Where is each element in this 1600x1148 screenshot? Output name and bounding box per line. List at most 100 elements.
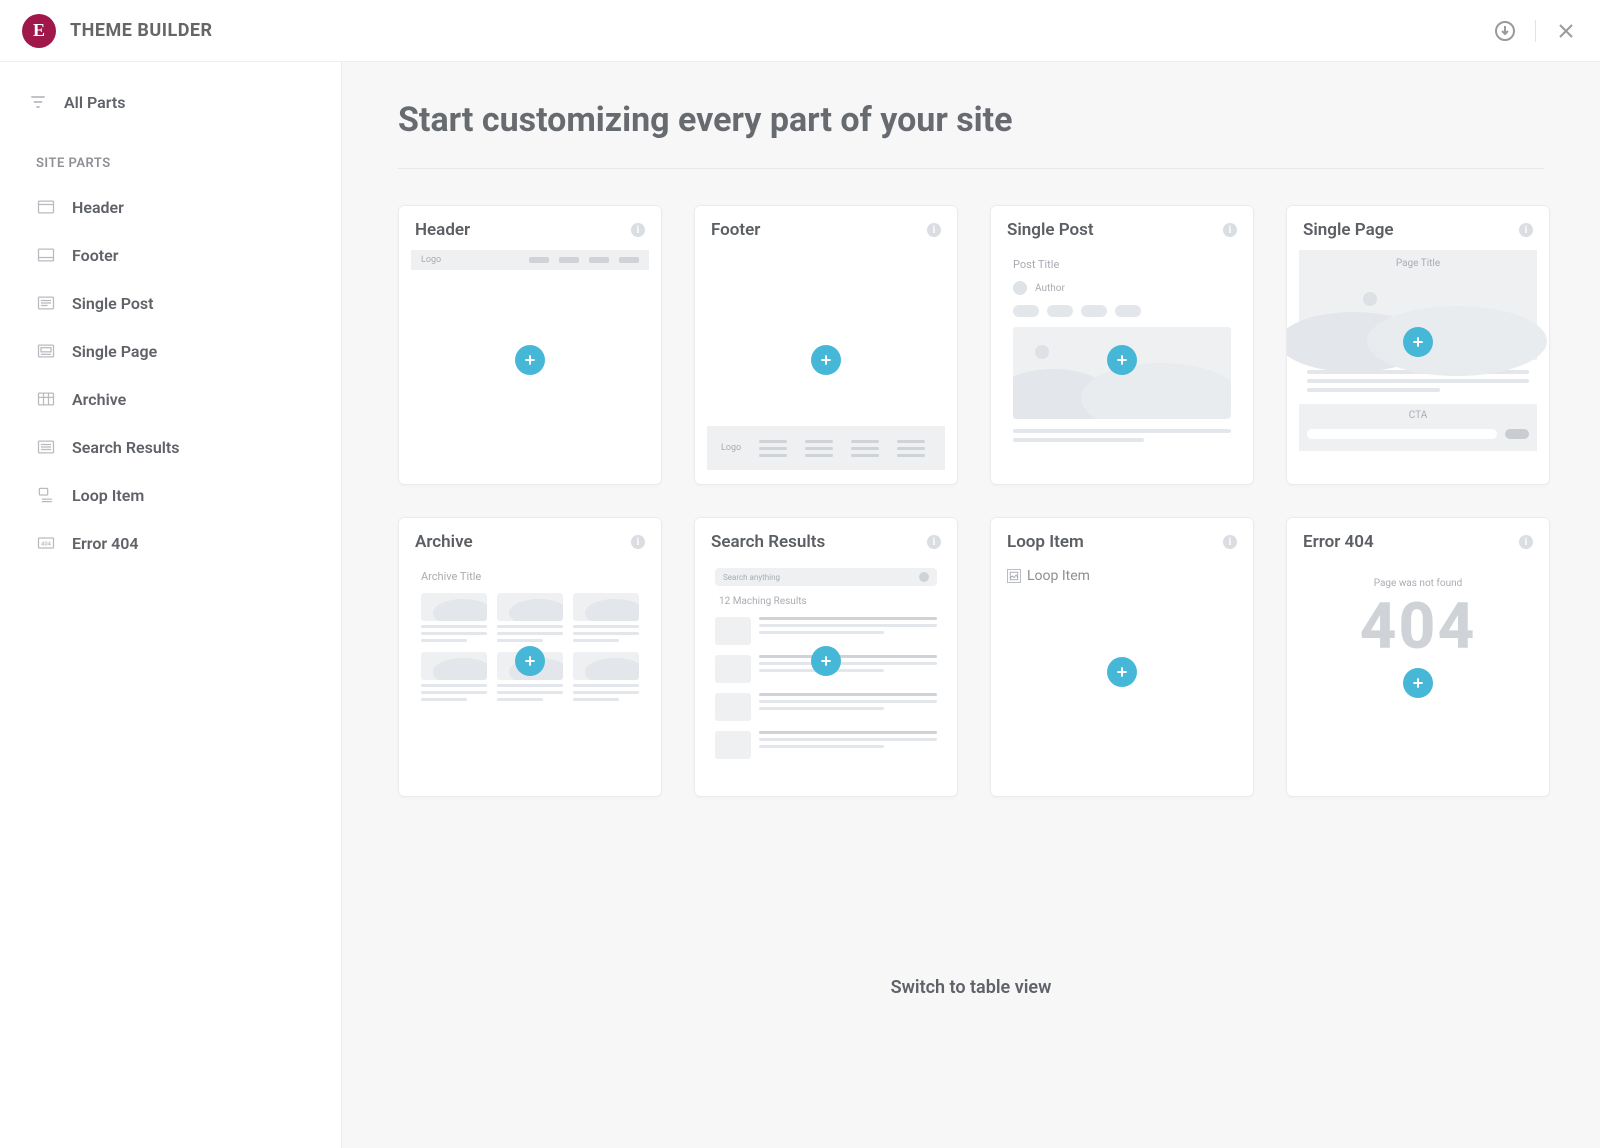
- loop-item-icon: [36, 485, 56, 505]
- info-icon[interactable]: [1519, 223, 1533, 237]
- close-icon[interactable]: [1554, 19, 1578, 43]
- card-title: Single Page: [1303, 220, 1394, 240]
- top-bar: E THEME BUILDER: [0, 0, 1600, 62]
- sidebar-item-label: Single Page: [72, 342, 157, 361]
- add-icon[interactable]: [1403, 327, 1433, 357]
- page-title: Start customizing every part of your sit…: [398, 86, 1544, 168]
- elementor-logo-icon: E: [22, 14, 56, 48]
- add-icon[interactable]: [515, 345, 545, 375]
- preview-archive: Archive Title: [411, 562, 649, 782]
- sidebar-item-label: Archive: [72, 390, 126, 409]
- info-icon[interactable]: [631, 535, 645, 549]
- divider: [1535, 20, 1536, 42]
- preview-header: Logo: [411, 250, 649, 470]
- add-icon[interactable]: [811, 646, 841, 676]
- sidebar-item-label: Loop Item: [72, 486, 144, 505]
- card-title: Error 404: [1303, 532, 1374, 552]
- add-icon[interactable]: [1107, 345, 1137, 375]
- info-icon[interactable]: [1223, 535, 1237, 549]
- download-icon[interactable]: [1493, 19, 1517, 43]
- card-footer[interactable]: Footer Logo: [694, 205, 958, 485]
- add-icon[interactable]: [811, 345, 841, 375]
- add-icon[interactable]: [515, 646, 545, 676]
- sidebar-item-single-page[interactable]: Single Page: [0, 327, 341, 375]
- broken-image-icon: [1007, 569, 1021, 583]
- card-header[interactable]: Header Logo: [398, 205, 662, 485]
- app-title: THEME BUILDER: [70, 20, 213, 41]
- preview-archive-title-label: Archive Title: [421, 570, 639, 583]
- main: Start customizing every part of your sit…: [342, 62, 1600, 1148]
- preview-post-title-label: Post Title: [1013, 258, 1231, 271]
- sidebar-item-label: Single Post: [72, 294, 154, 313]
- info-icon[interactable]: [1519, 535, 1533, 549]
- cards-grid: Header Logo Foot: [398, 205, 1544, 797]
- preview-post-author-label: Author: [1035, 283, 1065, 294]
- top-bar-actions: [1493, 19, 1578, 43]
- preview-header-logo-label: Logo: [421, 255, 441, 265]
- sidebar-item-error-404[interactable]: 404 Error 404: [0, 519, 341, 567]
- preview-footer-logo-label: Logo: [721, 443, 741, 453]
- preview-page-title-label: Page Title: [1396, 258, 1440, 269]
- card-title: Single Post: [1007, 220, 1094, 240]
- card-title: Footer: [711, 220, 760, 240]
- card-single-page[interactable]: Single Page Page Title CTA: [1286, 205, 1550, 485]
- divider: [398, 168, 1544, 169]
- sidebar-list: Header Footer Single Post Single Page Ar…: [0, 183, 341, 567]
- header-icon: [36, 197, 56, 217]
- info-icon[interactable]: [631, 223, 645, 237]
- preview-404-code: 404: [1360, 595, 1477, 659]
- sidebar-all-parts-label: All Parts: [64, 93, 126, 112]
- info-icon[interactable]: [927, 223, 941, 237]
- preview-footer: Logo: [707, 250, 945, 470]
- card-title: Loop Item: [1007, 532, 1084, 552]
- preview-search-results: Search anything 12 Maching Results: [707, 562, 945, 782]
- preview-loop-alt: Loop Item: [1007, 568, 1237, 584]
- sidebar-item-loop-item[interactable]: Loop Item: [0, 471, 341, 519]
- svg-text:404: 404: [41, 542, 52, 548]
- preview-single-post: Post Title Author: [1003, 250, 1241, 470]
- card-title: Header: [415, 220, 470, 240]
- search-icon: [919, 572, 929, 582]
- brand: E THEME BUILDER: [22, 14, 213, 48]
- preview-search-placeholder: Search anything: [723, 573, 780, 582]
- footer-icon: [36, 245, 56, 265]
- sidebar-section-heading: SITE PARTS: [0, 128, 341, 183]
- card-archive[interactable]: Archive Archive Title: [398, 517, 662, 797]
- sidebar-item-label: Header: [72, 198, 124, 217]
- preview-search-count-label: 12 Maching Results: [715, 596, 937, 607]
- info-icon[interactable]: [927, 535, 941, 549]
- error-404-icon: 404: [36, 533, 56, 553]
- switch-view-link[interactable]: Switch to table view: [398, 977, 1544, 998]
- card-title: Archive: [415, 532, 473, 552]
- info-icon[interactable]: [1223, 223, 1237, 237]
- preview-error-404: Page was not found 404: [1299, 562, 1537, 782]
- sidebar-item-label: Search Results: [72, 438, 180, 457]
- add-icon[interactable]: [1107, 657, 1137, 687]
- sidebar-item-header[interactable]: Header: [0, 183, 341, 231]
- sidebar-item-label: Error 404: [72, 534, 139, 553]
- single-page-icon: [36, 341, 56, 361]
- preview-page-cta-label: CTA: [1307, 410, 1529, 421]
- filter-icon: [28, 92, 48, 112]
- sidebar-item-archive[interactable]: Archive: [0, 375, 341, 423]
- sidebar-item-footer[interactable]: Footer: [0, 231, 341, 279]
- archive-icon: [36, 389, 56, 409]
- sidebar-item-search-results[interactable]: Search Results: [0, 423, 341, 471]
- add-icon[interactable]: [1403, 668, 1433, 698]
- sidebar: All Parts SITE PARTS Header Footer Singl…: [0, 62, 342, 1148]
- card-title: Search Results: [711, 532, 825, 552]
- sidebar-item-label: Footer: [72, 246, 118, 265]
- preview-single-page: Page Title CTA: [1299, 250, 1537, 470]
- sidebar-item-all-parts[interactable]: All Parts: [0, 76, 341, 128]
- preview-404-text: Page was not found: [1374, 578, 1463, 589]
- search-results-icon: [36, 437, 56, 457]
- card-search-results[interactable]: Search Results Search anything 12 Machin…: [694, 517, 958, 797]
- layout: All Parts SITE PARTS Header Footer Singl…: [0, 62, 1600, 1148]
- preview-loop-alt-label: Loop Item: [1027, 568, 1090, 584]
- sidebar-item-single-post[interactable]: Single Post: [0, 279, 341, 327]
- card-loop-item[interactable]: Loop Item Loop Item: [990, 517, 1254, 797]
- card-error-404[interactable]: Error 404 Page was not found 404: [1286, 517, 1550, 797]
- single-post-icon: [36, 293, 56, 313]
- preview-loop-item: Loop Item: [1003, 562, 1241, 782]
- card-single-post[interactable]: Single Post Post Title Author: [990, 205, 1254, 485]
